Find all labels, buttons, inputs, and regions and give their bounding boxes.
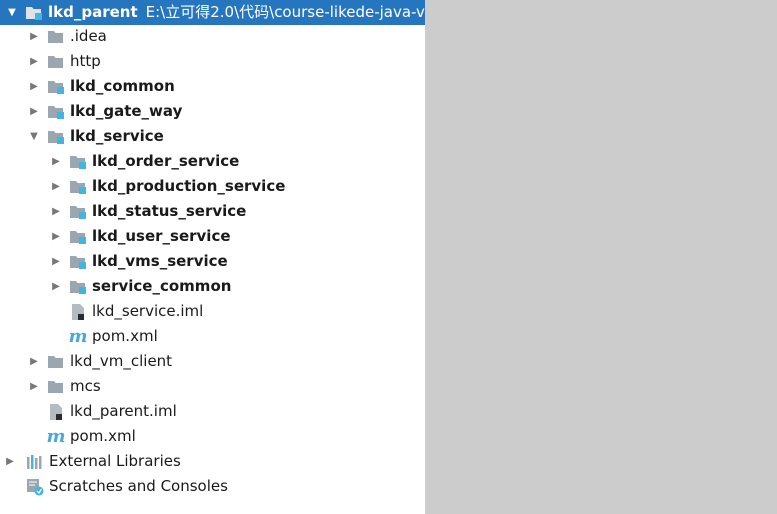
tree-row-lkd-user-service[interactable]: ▶ lkd_user_service [0, 224, 425, 249]
maven-m-icon: m [68, 325, 88, 347]
tree-row-lkd-common[interactable]: ▶ lkd_common [0, 74, 425, 99]
project-path: E:\立可得2.0\代码\course-likede-java-v2. [145, 3, 425, 21]
tree-row-service-pom[interactable]: ▶ m pom.xml [0, 324, 425, 349]
tree-row-lkd-production-service[interactable]: ▶ lkd_production_service [0, 174, 425, 199]
tree-row-root-pom[interactable]: ▶ m pom.xml [0, 424, 425, 449]
folder-icon [46, 349, 66, 374]
tree-row-scratches[interactable]: ▶ Scratches and Consoles [0, 474, 425, 499]
tree-row-label: mcs [70, 377, 101, 395]
tree-row-http[interactable]: ▶ http [0, 49, 425, 74]
tree-row-lkd-vms-service[interactable]: ▶ lkd_vms_service [0, 249, 425, 274]
module-folder-icon [46, 99, 66, 124]
collapsed-arrow-icon[interactable]: ▶ [3, 449, 17, 474]
tree-row-external-libraries[interactable]: ▶ External Libraries [0, 449, 425, 474]
collapsed-arrow-icon[interactable]: ▶ [27, 349, 41, 374]
tree-row-label: lkd_vms_service [92, 252, 228, 270]
tree-row-lkd-service-iml[interactable]: ▶ lkd_service.iml [0, 299, 425, 324]
tree-row-label: lkd_gate_way [70, 102, 183, 120]
module-folder-icon [46, 74, 66, 99]
module-folder-icon [68, 274, 88, 299]
module-folder-icon [68, 249, 88, 274]
tree-row-label: External Libraries [49, 452, 181, 470]
expand-arrow-icon[interactable]: ▼ [5, 0, 19, 25]
tree-row-label: lkd_parent [48, 3, 138, 21]
tree-row-lkd-service[interactable]: ▼ lkd_service [0, 124, 425, 149]
tree-row-lkd-order-service[interactable]: ▶ lkd_order_service [0, 149, 425, 174]
module-folder-icon [68, 174, 88, 199]
tree-row-label: Scratches and Consoles [49, 477, 228, 495]
collapsed-arrow-icon[interactable]: ▶ [27, 74, 41, 99]
tree-row-lkd-vm-client[interactable]: ▶ lkd_vm_client [0, 349, 425, 374]
iml-file-icon [68, 299, 88, 324]
collapsed-arrow-icon[interactable]: ▶ [49, 249, 63, 274]
collapsed-arrow-icon[interactable]: ▶ [49, 224, 63, 249]
collapsed-arrow-icon[interactable]: ▶ [27, 49, 41, 74]
collapsed-arrow-icon[interactable]: ▶ [27, 24, 41, 49]
tree-row-idea[interactable]: ▶ .idea [0, 24, 425, 49]
tree-row-lkd-status-service[interactable]: ▶ lkd_status_service [0, 199, 425, 224]
collapsed-arrow-icon[interactable]: ▶ [49, 199, 63, 224]
collapsed-arrow-icon[interactable]: ▶ [49, 274, 63, 299]
tree-row-label: lkd_status_service [92, 202, 247, 220]
tree-row-label: lkd_service.iml [92, 302, 204, 320]
collapsed-arrow-icon[interactable]: ▶ [27, 374, 41, 399]
folder-icon [46, 24, 66, 49]
tree-row-label: lkd_vm_client [70, 352, 173, 370]
tree-row-label: http [70, 52, 101, 70]
external-libraries-icon [25, 449, 45, 474]
editor-empty-area [425, 0, 777, 514]
expand-arrow-icon[interactable]: ▼ [27, 124, 41, 149]
module-folder-icon [68, 149, 88, 174]
maven-m-icon: m [46, 425, 66, 447]
folder-icon [46, 374, 66, 399]
tree-row-label: lkd_common [70, 77, 175, 95]
tree-row-label: pom.xml [92, 327, 158, 345]
tree-row-label: .idea [70, 27, 107, 45]
module-folder-icon [46, 124, 66, 149]
module-folder-icon [68, 224, 88, 249]
tree-row-label: lkd_parent.iml [70, 402, 177, 420]
tree-row-label: service_common [92, 277, 232, 295]
collapsed-arrow-icon[interactable]: ▶ [49, 174, 63, 199]
tree-row-mcs[interactable]: ▶ mcs [0, 374, 425, 399]
scratches-icon [25, 474, 45, 499]
tree-row-lkd-parent[interactable]: ▼ lkd_parent E:\立可得2.0\代码\course-likede-… [0, 0, 425, 25]
folder-icon [46, 49, 66, 74]
collapsed-arrow-icon[interactable]: ▶ [27, 99, 41, 124]
tree-row-label: lkd_production_service [92, 177, 286, 195]
tree-row-label: lkd_service [70, 127, 164, 145]
project-tree-panel: ▼ lkd_parent E:\立可得2.0\代码\course-likede-… [0, 0, 425, 514]
iml-file-icon [46, 399, 66, 424]
tree-row-label: pom.xml [70, 427, 136, 445]
module-folder-icon [24, 0, 44, 25]
tree-row-label: lkd_user_service [92, 227, 231, 245]
tree-row-lkd-parent-iml[interactable]: ▶ lkd_parent.iml [0, 399, 425, 424]
tree-row-service-common[interactable]: ▶ service_common [0, 274, 425, 299]
collapsed-arrow-icon[interactable]: ▶ [49, 149, 63, 174]
module-folder-icon [68, 199, 88, 224]
tree-row-lkd-gate-way[interactable]: ▶ lkd_gate_way [0, 99, 425, 124]
tree-row-label: lkd_order_service [92, 152, 240, 170]
